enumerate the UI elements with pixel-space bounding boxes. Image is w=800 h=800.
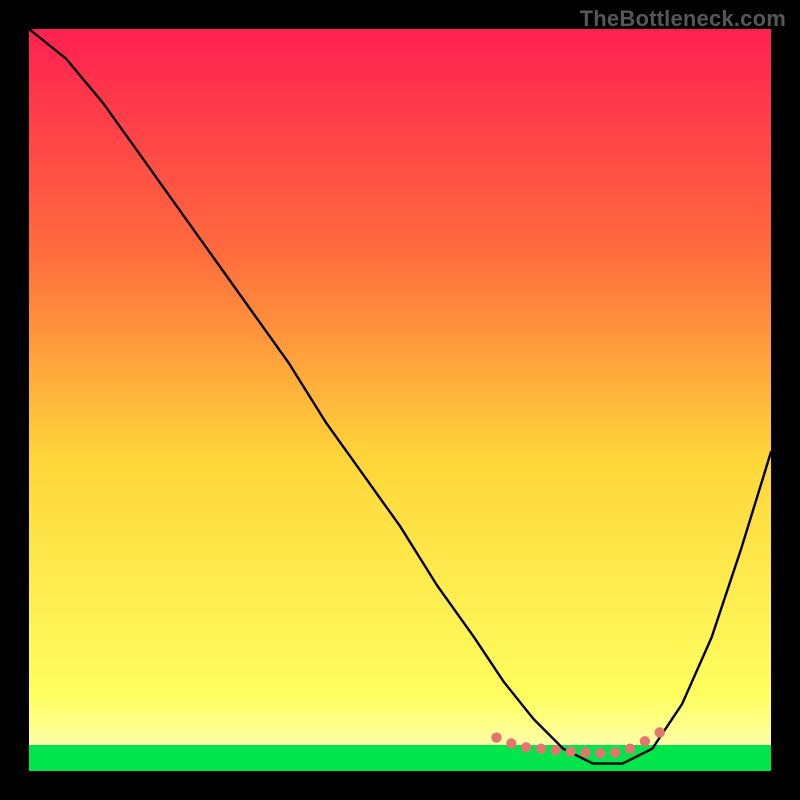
scatter-point [640,736,650,746]
scatter-point [521,742,531,752]
scatter-point [491,732,501,742]
chart-svg [29,29,771,771]
scatter-point [506,738,516,748]
figure-root: TheBottleneck.com [0,0,800,800]
scatter-point [580,747,590,757]
scatter-point [566,747,576,757]
plot-background [29,29,771,771]
scatter-point [595,748,605,758]
scatter-point [625,744,635,754]
scatter-point [536,744,546,754]
scatter-point [610,747,620,757]
watermark-text: TheBottleneck.com [580,6,786,32]
scatter-point [655,727,665,737]
plot-area [29,29,771,771]
scatter-point [551,745,561,755]
